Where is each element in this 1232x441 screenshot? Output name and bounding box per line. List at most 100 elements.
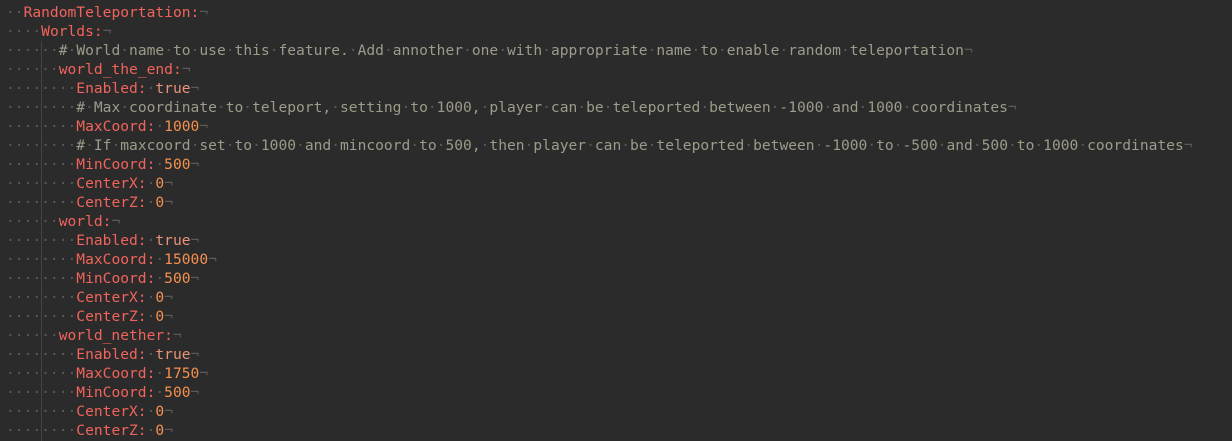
code-line[interactable]: ········CenterZ:·0¬ [6, 307, 1193, 326]
code-line[interactable]: ········CenterX:·0¬ [6, 402, 1193, 421]
whitespace-marker: · [542, 99, 551, 116]
code-line[interactable]: ······world:¬ [6, 212, 1193, 231]
whitespace-marker: · [383, 42, 393, 59]
code-line[interactable]: ········CenterX:·0¬ [6, 174, 1193, 193]
yaml-comment: player [489, 99, 543, 116]
yaml-comment: teleported [612, 99, 701, 116]
code-line[interactable]: ········Enabled:·true¬ [6, 79, 1193, 98]
yaml-comment: to [876, 137, 894, 154]
whitespace-marker: · [155, 365, 165, 382]
whitespace-marker: · [252, 137, 261, 154]
yaml-comment: to [173, 42, 191, 59]
code-line[interactable]: ········#·Max·coordinate·to·teleport,·se… [6, 98, 1193, 117]
code-line[interactable]: ········MinCoord:·500¬ [6, 155, 1193, 174]
indent-whitespace: ········ [6, 403, 77, 420]
yaml-comment: to [410, 99, 428, 116]
indent-whitespace: ········ [6, 346, 77, 363]
whitespace-marker: · [1078, 137, 1088, 154]
whitespace-marker: · [410, 137, 420, 154]
yaml-key: MinCoord: [76, 156, 156, 173]
yaml-comment: appropriate [550, 42, 648, 59]
end-of-line-marker: ¬ [190, 346, 200, 363]
indent-whitespace: ········ [6, 308, 77, 325]
yaml-key: MaxCoord: [76, 118, 156, 135]
code-line[interactable]: ········#·If·maxcoord·set·to·1000·and·mi… [6, 136, 1193, 155]
yaml-comment: player [533, 137, 587, 154]
yaml-comment: can [594, 137, 622, 154]
yaml-comment: # [58, 42, 68, 59]
whitespace-marker: · [225, 42, 235, 59]
whitespace-marker: · [972, 137, 982, 154]
yaml-key: Worlds: [41, 23, 103, 40]
end-of-line-marker: ¬ [111, 213, 121, 230]
whitespace-marker: · [85, 137, 94, 154]
yaml-comment: random [788, 42, 841, 59]
whitespace-marker: · [155, 384, 165, 401]
code-editor[interactable]: ··RandomTeleportation:¬ ····Worlds:¬ ·····… [6, 3, 1193, 440]
whitespace-marker: · [700, 99, 710, 116]
indent-whitespace: ········ [6, 365, 77, 382]
code-line[interactable]: ······world_nether:¬ [6, 326, 1193, 345]
yaml-value: 0 [155, 308, 165, 325]
indent-whitespace: ·· [6, 4, 24, 21]
whitespace-marker: · [243, 99, 253, 116]
whitespace-marker: · [155, 270, 165, 287]
code-line[interactable]: ······#·World·name·to·use·this·feature.·… [6, 41, 1193, 60]
end-of-line-marker: ¬ [190, 270, 200, 287]
yaml-comment: coordinates [1087, 137, 1184, 154]
yaml-comment: to [419, 137, 437, 154]
yaml-value: 0 [155, 289, 165, 306]
yaml-key: CenterX: [76, 289, 147, 306]
code-line[interactable]: ··RandomTeleportation:¬ [6, 3, 1193, 22]
whitespace-marker: · [542, 42, 551, 59]
whitespace-marker: · [331, 99, 340, 116]
code-line[interactable]: ········CenterZ:·0¬ [6, 193, 1193, 212]
yaml-comment: to [1016, 137, 1035, 154]
whitespace-marker: · [348, 42, 358, 59]
code-line[interactable]: ········MinCoord:·500¬ [6, 383, 1193, 402]
indent-whitespace: ········ [6, 175, 77, 192]
end-of-line-marker: ¬ [181, 61, 191, 78]
code-line[interactable]: ········MaxCoord:·1750¬ [6, 364, 1193, 383]
yaml-comment: # [76, 99, 86, 116]
whitespace-marker: · [120, 42, 130, 59]
yaml-key: CenterZ: [76, 194, 147, 211]
end-of-line-marker: ¬ [164, 422, 173, 439]
yaml-key: MinCoord: [76, 270, 156, 287]
code-line[interactable]: ········CenterX:·0¬ [6, 288, 1193, 307]
indent-whitespace: ········ [6, 118, 77, 135]
yaml-comment: to [234, 137, 253, 154]
code-line[interactable]: ····Worlds:¬ [6, 22, 1193, 41]
yaml-comment: between [753, 137, 815, 154]
code-line[interactable]: ········CenterZ:·0¬ [6, 421, 1193, 440]
whitespace-marker: · [823, 99, 833, 116]
yaml-value: true [155, 80, 191, 97]
yaml-key: RandomTeleportation: [23, 4, 200, 21]
whitespace-marker: · [840, 42, 850, 59]
code-line[interactable]: ········MinCoord:·500¬ [6, 269, 1193, 288]
indent-whitespace: ········ [6, 137, 77, 154]
yaml-comment: can [550, 99, 578, 116]
end-of-line-marker: ¬ [102, 23, 112, 40]
yaml-value: 0 [155, 194, 165, 211]
whitespace-marker: · [427, 99, 437, 116]
code-line[interactable]: ········Enabled:·true¬ [6, 345, 1193, 364]
whitespace-marker: · [577, 99, 587, 116]
yaml-comment: be [586, 99, 604, 116]
code-line[interactable]: ········MaxCoord:·1000¬ [6, 117, 1193, 136]
yaml-value: 500 [164, 384, 191, 401]
whitespace-marker: · [744, 137, 754, 154]
yaml-key: Enabled: [76, 346, 147, 363]
yaml-comment: name [656, 42, 692, 59]
yaml-comment: Max [93, 99, 121, 116]
code-line[interactable]: ······world_the_end:¬ [6, 60, 1193, 79]
code-line[interactable]: ········MaxCoord:·15000¬ [6, 250, 1193, 269]
yaml-comment: with [506, 42, 543, 59]
end-of-line-marker: ¬ [164, 175, 173, 192]
end-of-line-marker: ¬ [199, 118, 209, 135]
whitespace-marker: · [1034, 137, 1044, 154]
yaml-value: 500 [164, 270, 191, 287]
indent-whitespace: ········ [6, 270, 77, 287]
end-of-line-marker: ¬ [190, 156, 200, 173]
code-line[interactable]: ········Enabled:·true¬ [6, 231, 1193, 250]
